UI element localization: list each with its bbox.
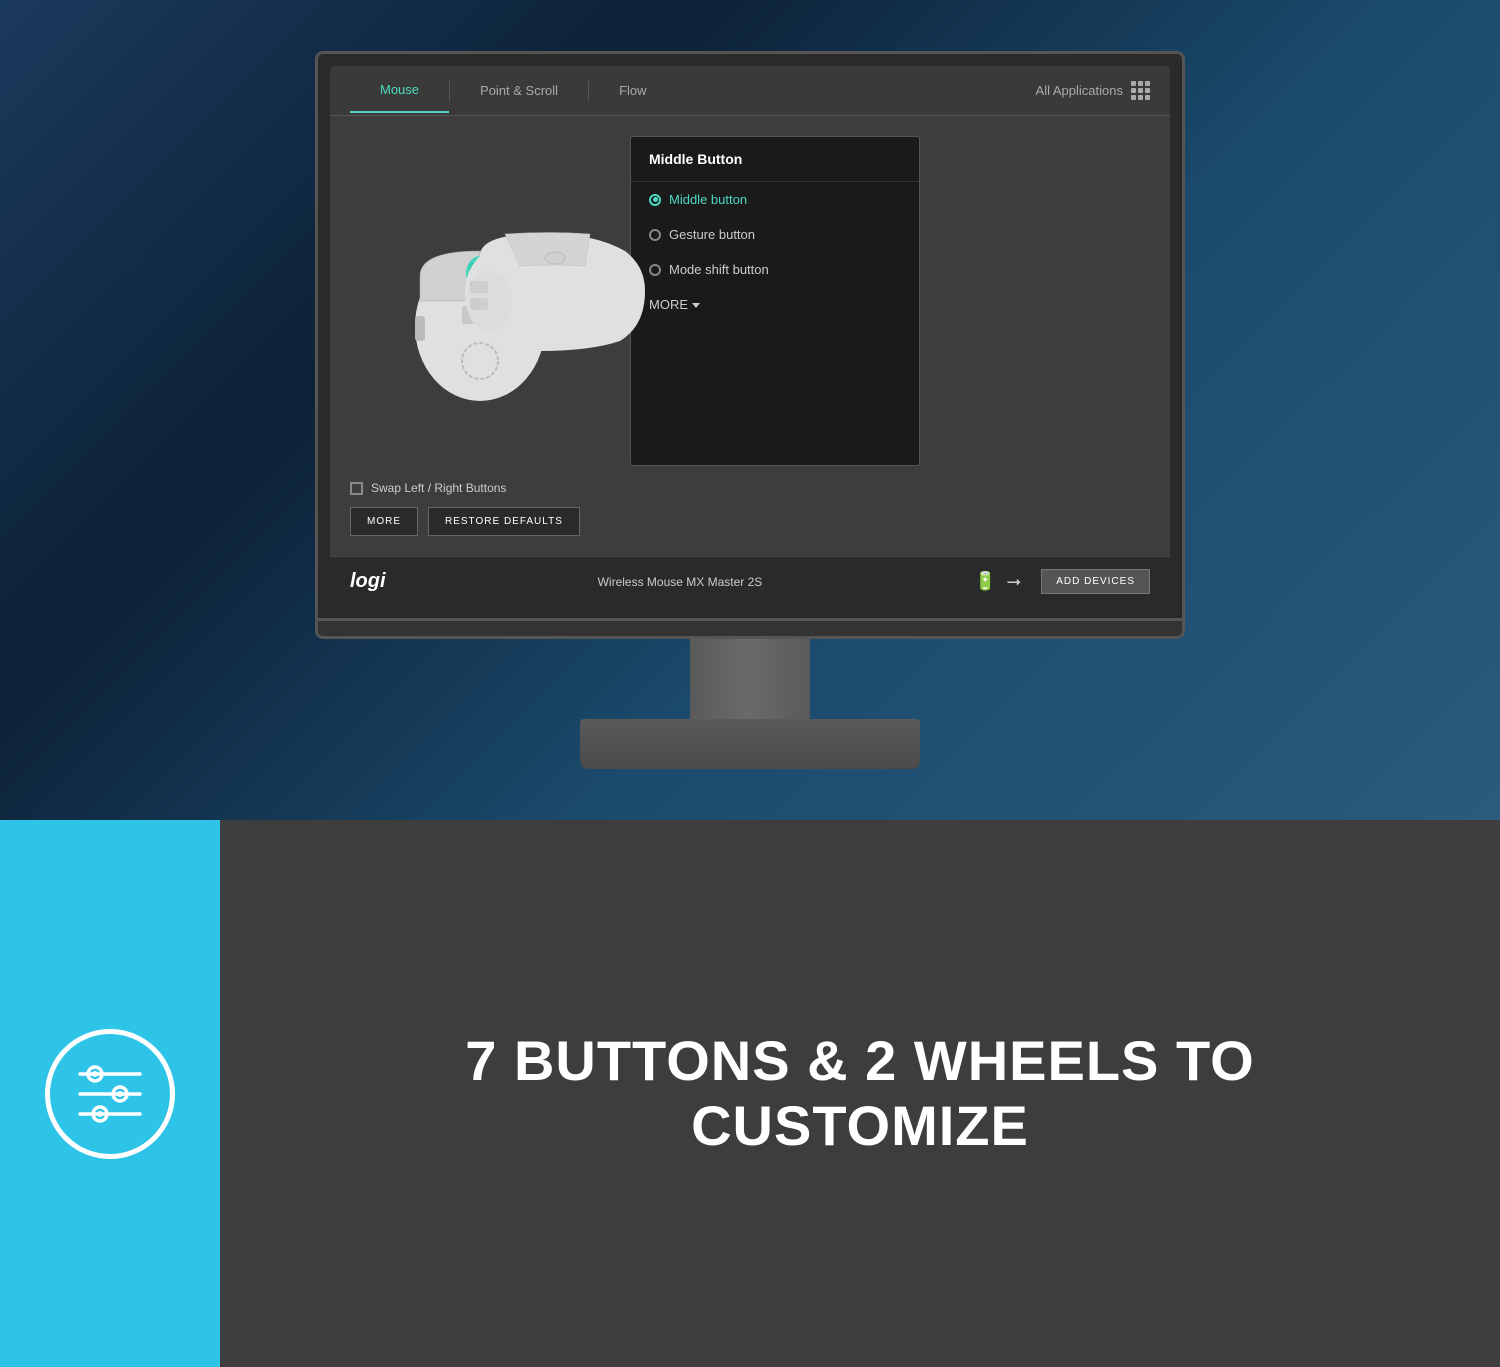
radio-gesture-button[interactable]: [649, 229, 661, 241]
bottom-controls: Swap Left / Right Buttons MORE RESTORE D…: [350, 481, 1150, 536]
nav-tabs: Mouse Point & Scroll Flow All Applicatio…: [330, 66, 1170, 116]
option-mode-shift[interactable]: Mode shift button: [631, 252, 919, 287]
grid-dot: [1138, 95, 1143, 100]
restore-defaults-button[interactable]: RESTORE DEFAULTS: [428, 507, 580, 536]
buttons-row: MORE RESTORE DEFAULTS: [350, 507, 1150, 536]
grid-icon: [1131, 81, 1150, 100]
mouse-image-area: logi: [350, 136, 610, 466]
grid-dot: [1131, 95, 1136, 100]
grid-dot: [1145, 88, 1150, 93]
chevron-down-icon: [692, 303, 700, 308]
banner-text: 7 BUTTONS & 2 WHEELS TO CUSTOMIZE: [465, 1029, 1254, 1158]
battery-icon: 🔋: [974, 571, 996, 592]
sliders-svg: [70, 1059, 150, 1129]
grid-dot: [1131, 88, 1136, 93]
add-devices-button[interactable]: ADD DEVICES: [1041, 569, 1150, 594]
swap-checkbox[interactable]: [350, 482, 363, 495]
logi-logo: logi: [350, 570, 386, 593]
content-row: logi: [350, 136, 1150, 466]
monitor-neck: [690, 639, 810, 719]
device-name: Wireless Mouse MX Master 2S: [406, 575, 955, 589]
dropdown-panel: Middle Button Middle button Gesture butt…: [630, 136, 920, 466]
monitor-screen-border: Mouse Point & Scroll Flow All Applicatio…: [315, 51, 1185, 621]
swap-row: Swap Left / Right Buttons: [350, 481, 1150, 495]
grid-dot: [1131, 81, 1136, 86]
mouse-side-svg: [450, 226, 650, 356]
more-button[interactable]: MORE: [350, 507, 418, 536]
main-content: logi: [330, 116, 1170, 556]
footer-icons: 🔋 ⭢: [974, 571, 1021, 592]
tab-point-scroll[interactable]: Point & Scroll: [450, 69, 588, 112]
grid-dot: [1145, 95, 1150, 100]
banner-right: 7 BUTTONS & 2 WHEELS TO CUSTOMIZE: [220, 820, 1500, 1367]
monitor-screen: Mouse Point & Scroll Flow All Applicatio…: [330, 66, 1170, 606]
dropdown-more-link[interactable]: MORE: [631, 287, 919, 322]
radio-middle-button[interactable]: [649, 194, 661, 206]
grid-dot: [1138, 81, 1143, 86]
banner-left: [0, 820, 220, 1367]
monitor-base: [580, 719, 920, 769]
footer-bar: logi Wireless Mouse MX Master 2S 🔋 ⭢ ADD…: [330, 556, 1170, 606]
top-section: Mouse Point & Scroll Flow All Applicatio…: [0, 0, 1500, 820]
all-applications-section[interactable]: All Applications: [1036, 81, 1150, 100]
bottom-section: 7 BUTTONS & 2 WHEELS TO CUSTOMIZE: [0, 820, 1500, 1367]
monitor-bezel-bottom: [315, 621, 1185, 639]
grid-dot: [1138, 88, 1143, 93]
bluetooth-icon: ⭢: [1007, 571, 1021, 592]
grid-dot: [1145, 81, 1150, 86]
radio-mode-shift[interactable]: [649, 264, 661, 276]
option-gesture-button[interactable]: Gesture button: [631, 217, 919, 252]
monitor-wrapper: Mouse Point & Scroll Flow All Applicatio…: [315, 51, 1185, 769]
sliders-icon-circle: [45, 1029, 175, 1159]
option-middle-button[interactable]: Middle button: [631, 182, 919, 217]
tab-mouse[interactable]: Mouse: [350, 68, 449, 113]
tab-flow[interactable]: Flow: [589, 69, 676, 112]
dropdown-title: Middle Button: [631, 137, 919, 182]
